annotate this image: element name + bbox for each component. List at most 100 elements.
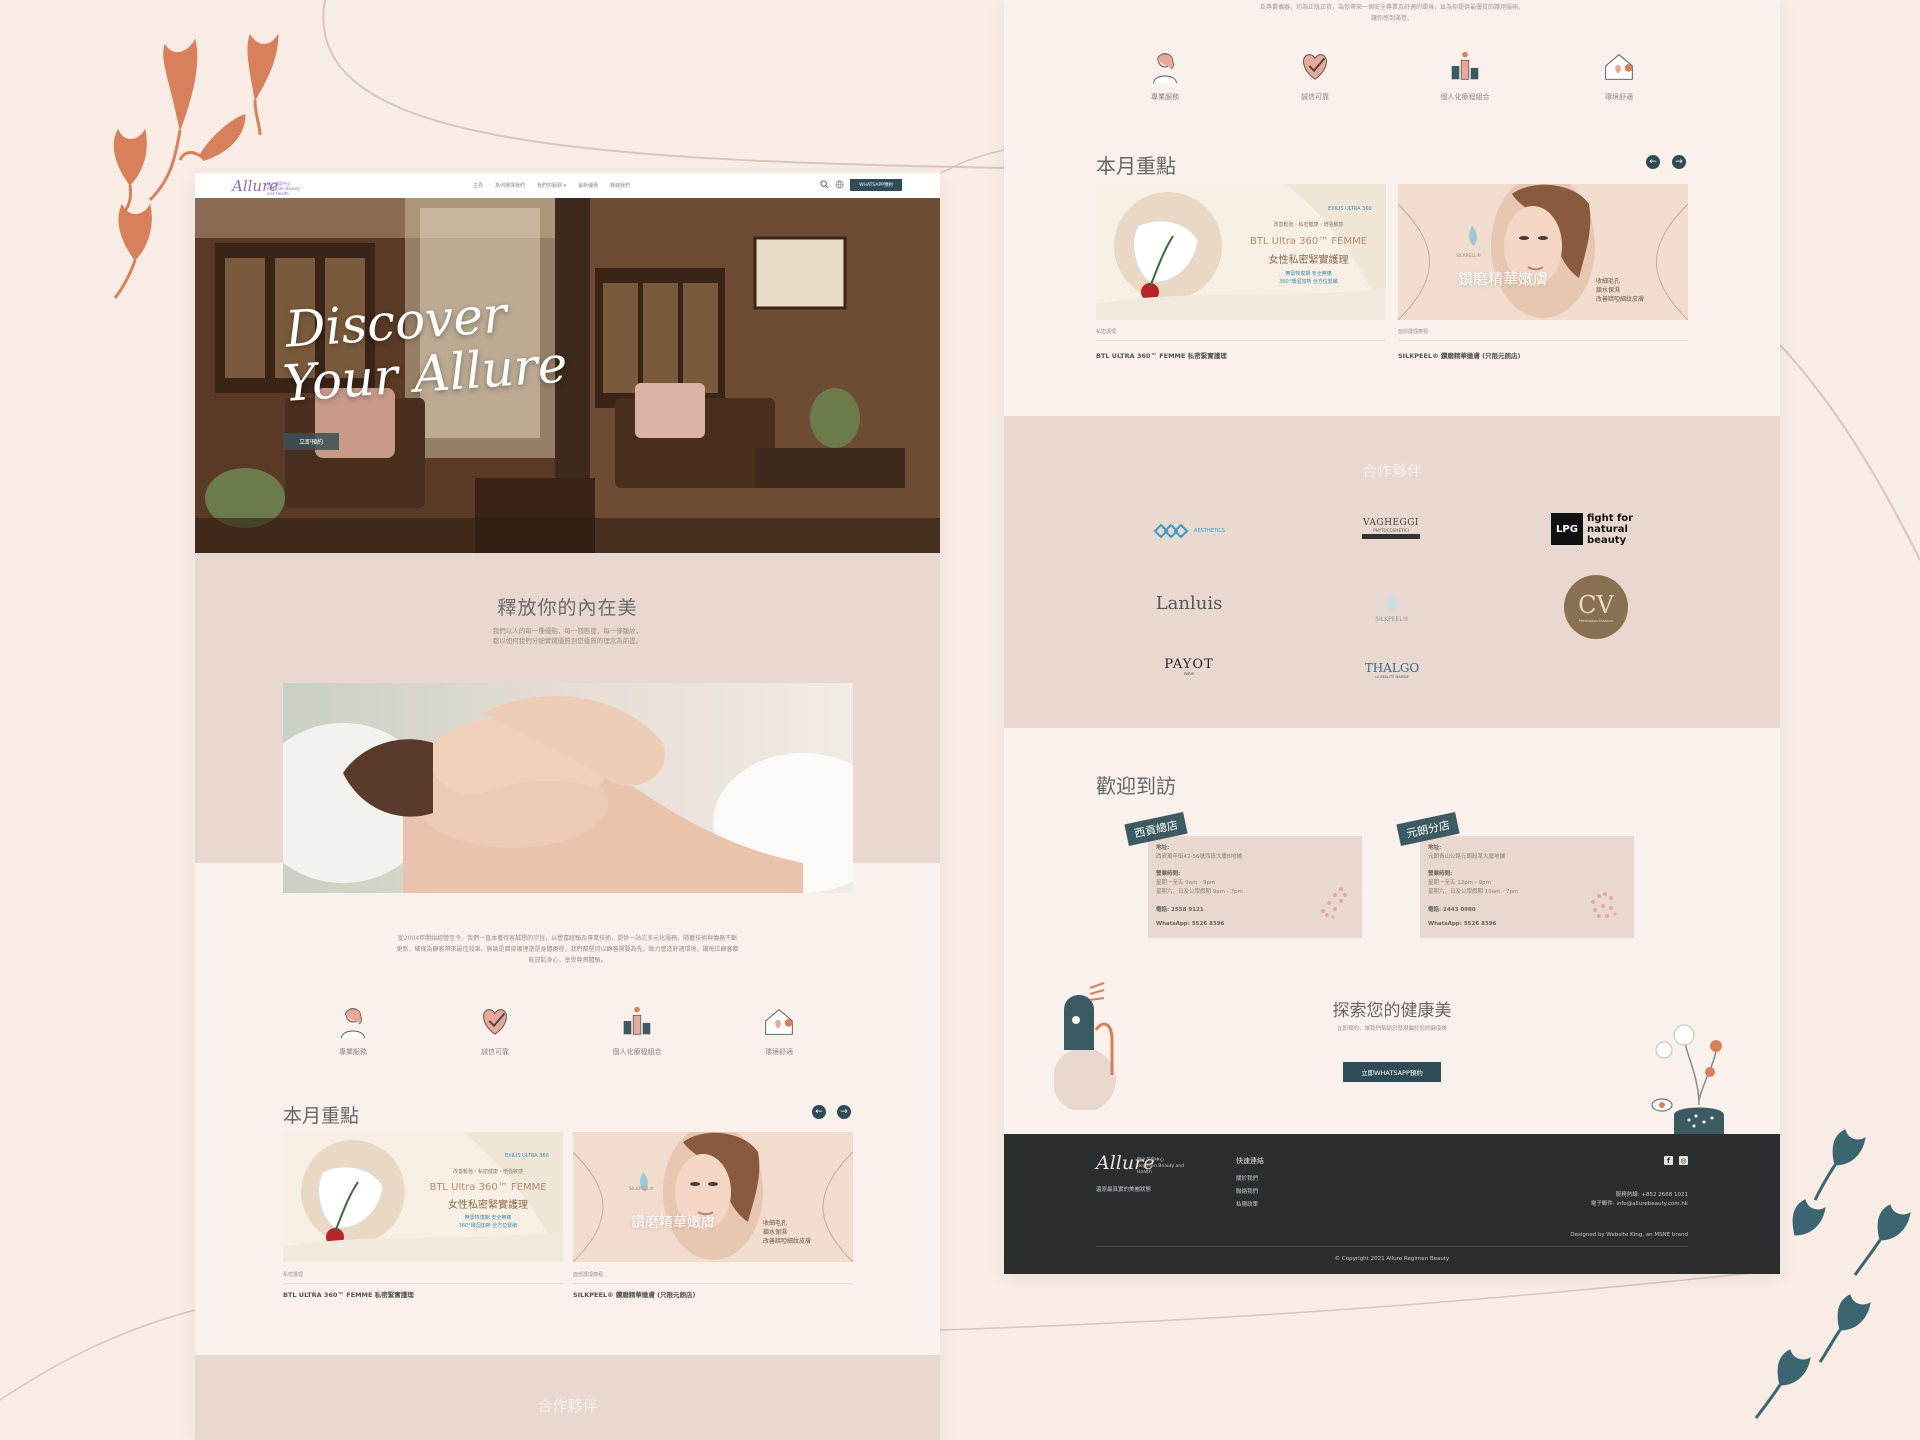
intro-subtitle-line1: 我們以人的每一種優點，每一個態度，每一條皺紋， (492, 627, 643, 635)
promo-silkpeel-name[interactable]: SILKPEEL® 鑽磨精華嫩膚 (只限元朗店) (1398, 350, 1521, 360)
footer-divider (1096, 1246, 1688, 1247)
aesthetics-logo-mark (1153, 523, 1189, 539)
partner-logo-payot[interactable]: PAYOT PARIS (1144, 654, 1234, 678)
globe-icon[interactable] (835, 180, 844, 189)
promo-card-silkpeel[interactable]: SILKPEEL® 鑽磨精華嫩膚 收細毛孔 鎖水保濕 改善暗啞細紋皮膚 (573, 1132, 853, 1262)
instagram-icon[interactable]: ◎ (1679, 1156, 1688, 1165)
promo-card-btl[interactable]: EXILIS ULTRA 360 改善鬆弛・私密健康・增強敏感 BTL Ultr… (283, 1132, 563, 1262)
home-plant-icon (765, 1008, 793, 1035)
payot-logo-sub: PARIS (1184, 671, 1194, 676)
store-phone[interactable]: 電話: 2443 0980 (1428, 906, 1476, 915)
arrow-right-icon: → (840, 1107, 848, 1117)
promo-silkpeel-line4: 改善暗啞細紋皮膚 (1596, 296, 1645, 303)
store-phone[interactable]: 電話: 2558 9121 (1156, 906, 1204, 915)
intro-title: 釋放你的內在美 (497, 597, 638, 619)
store-card-yuenlong: 地址: 元朗青山公路元朗段某大廈地舖 營業時間: 星期一至五 12pm - 9p… (1420, 836, 1634, 938)
promo-silkpeel-brand: SILKPEEL® (1456, 254, 1482, 259)
products-icon (623, 1006, 651, 1035)
promo-silkpeel-line2: 收細毛孔 (1596, 278, 1621, 285)
partner-logo-lanluis[interactable]: Lanluis (1144, 585, 1234, 621)
footer-phone[interactable]: 服務熱線: +852 2668 1021 (1616, 1190, 1688, 1198)
partner-logo-lpg[interactable]: LPG fight for natural beauty (1544, 510, 1654, 548)
promo-card-silkpeel[interactable]: SILKPEEL® 鑽磨精華嫩膚 收細毛孔 鎖水保濕 改善暗啞細紋皮膚 (1398, 184, 1688, 320)
partner-logo-silkpeel[interactable]: SILKPEEL® (1356, 578, 1428, 634)
nav-link-home[interactable]: 主頁 (473, 182, 483, 189)
search-icon[interactable] (820, 180, 829, 189)
aesthetics-logo-text: AESTHETICS (1194, 528, 1225, 534)
site-footer: Allure 瑞之美容中心 Regimen Beauty and Health … (1004, 1134, 1780, 1274)
heart-check-icon (1303, 54, 1327, 80)
promo-btl-brand: EXILIS ULTRA 360 (505, 1153, 549, 1159)
promo-silkpeel-image (1398, 184, 1688, 320)
store-address-label: 地址: (1428, 845, 1442, 851)
store-hours-weekday: 星期一至五 9am - 9pm (1156, 880, 1216, 886)
feature-professional: 專業服務 (308, 1001, 398, 1057)
arrow-left-icon: ← (1649, 157, 1657, 167)
cv-logo-text: CV (1578, 591, 1614, 619)
homepage-mockup-right: 及專業儀器，均為正版正貨，為你帶來一個安全專業及舒適的環境，並為你提供最優質的護… (1004, 0, 1780, 1274)
homepage-mockup-left: Allure 瑞之美容中心 Regimen Beauty and Health … (195, 173, 940, 1440)
promo-silkpeel-category: 面部護理療程 (573, 1272, 604, 1278)
nav-link-why-us[interactable]: 為何選擇我們 (495, 182, 525, 189)
products-icon (1451, 51, 1479, 80)
promo-card-btl[interactable]: EXILIS ULTRA 360 改善鬆弛・私密健康・增強敏感 BTL Ultr… (1096, 184, 1386, 320)
partner-logo-vagheggi[interactable]: VAGHEGGI PHYTOCOSMETICI (1356, 513, 1426, 543)
explore-whatsapp-button[interactable]: 立即WHATSAPP預約 (1343, 1062, 1441, 1082)
nav-link-contact[interactable]: 聯絡我們 (610, 182, 630, 189)
vagheggi-logo-sub: PHYTOCOSMETICI (1373, 527, 1409, 533)
footer-designed-by[interactable]: Designed by Website King, an MSNE brand (1570, 1232, 1688, 1238)
partner-logo-cv[interactable]: CV Prestigious Essence (1564, 575, 1628, 639)
promo-btl-name[interactable]: BTL ULTRA 360™ FEMME 私密緊實護理 (1096, 350, 1227, 360)
carousel-next-button[interactable]: → (837, 1105, 851, 1119)
whatsapp-booking-button[interactable]: WHATSAPP預約 (850, 179, 902, 191)
partner-logo-aesthetics[interactable]: AESTHETICS (1144, 520, 1234, 542)
feature-label: 環境舒適 (765, 1048, 793, 1056)
promo-silkpeel-name[interactable]: SILKPEEL® 鑽磨精華嫩膚 (只限元朗店) (573, 1289, 696, 1299)
divider (1096, 340, 1386, 341)
partners-title: 合作夥伴 (537, 1397, 598, 1415)
footer-copyright: © Copyright 2021 Allure Regimen Beauty (1334, 1256, 1450, 1262)
footer-email[interactable]: 電子郵件: info@allurebeauty.com.hk (1591, 1199, 1688, 1207)
feature-environment: 環境舒適 (734, 1001, 824, 1057)
promo-silkpeel-line1: 鑽磨精華嫩膚 (1458, 270, 1549, 288)
promo-btl-name[interactable]: BTL ULTRA 360™ FEMME 私密緊實護理 (283, 1289, 414, 1299)
promo-btl-line2: BTL Ultra 360™ FEMME (429, 1182, 547, 1193)
nav-bar: Allure 瑞之美容中心 Regimen Beauty and Health … (195, 173, 940, 198)
facebook-icon[interactable]: f (1664, 1156, 1673, 1165)
partner-logo-thalgo[interactable]: THALGO LA BEAUTÉ MARINE (1356, 658, 1428, 682)
footer-link-privacy[interactable]: 私隱政策 (1236, 1200, 1258, 1208)
store-whatsapp[interactable]: WhatsApp: 5526 8396 (1156, 920, 1224, 929)
payot-logo-text: PAYOT (1164, 656, 1214, 672)
promo-silkpeel-brand: SILKPEEL® (629, 1187, 655, 1192)
store-whatsapp[interactable]: WhatsApp: 5526 8396 (1428, 920, 1496, 929)
about-paragraph-tail-line1: 及專業儀器，均為正版正貨，為你帶來一個安全專業及舒適的環境，並為你提供最優質的護… (1259, 4, 1524, 11)
store-address-label: 地址: (1156, 845, 1170, 851)
footer-link-about[interactable]: 關於我們 (1236, 1174, 1258, 1182)
nav-link-offers[interactable]: 最新優惠 (578, 182, 598, 189)
feature-professional: 專業服務 (1120, 46, 1210, 102)
promo-silkpeel-line1: 鑽磨精華嫩膚 (631, 1215, 715, 1231)
silkpeel-drop-icon (1387, 590, 1397, 614)
promo-btl-line3: 女性私密緊實護理 (448, 1200, 528, 1211)
promo-btl-category: 私密護理 (283, 1272, 304, 1278)
lpg-logo-text: fight for natural beauty (1587, 512, 1634, 546)
store-address: 元朗青山公路元朗段某大廈地舖 (1428, 854, 1506, 860)
nav-link-services[interactable]: 我們的服務 ▾ (537, 182, 566, 189)
nav-links: 主頁 為何選擇我們 我們的服務 ▾ 最新優惠 聯絡我們 (473, 182, 630, 189)
promo-btl-line1: 改善鬆弛・私密健康・增強敏感 (452, 1169, 523, 1175)
carousel-prev-button[interactable]: ← (1646, 155, 1660, 169)
vagheggi-logo-text: VAGHEGGI (1363, 517, 1419, 528)
feature-reliable: 誠信可靠 (1270, 46, 1360, 102)
promo-btl-line4: 無需恢復期 安全無痛 (464, 1215, 512, 1221)
promo-btl-line5: 360°環迴加熱 全方位緊緻 (458, 1223, 518, 1229)
carousel-prev-button[interactable]: ← (812, 1105, 826, 1119)
store-hours-weekday: 星期一至五 12pm - 9pm (1428, 880, 1491, 886)
carousel-next-button[interactable]: → (1672, 155, 1686, 169)
hero-book-button[interactable]: 立即預約 (283, 433, 339, 450)
footer-logo-subtitle: 瑞之美容中心 Regimen Beauty and Health (1137, 1158, 1185, 1175)
store-hours-label: 營業時間: (1156, 871, 1181, 877)
cv-logo-sub: Prestigious Essence (1578, 619, 1614, 623)
therapist-icon (341, 1008, 365, 1039)
thalgo-logo-sub: LA BEAUTÉ MARINE (1374, 675, 1410, 679)
footer-link-contact[interactable]: 聯絡我們 (1236, 1187, 1258, 1195)
